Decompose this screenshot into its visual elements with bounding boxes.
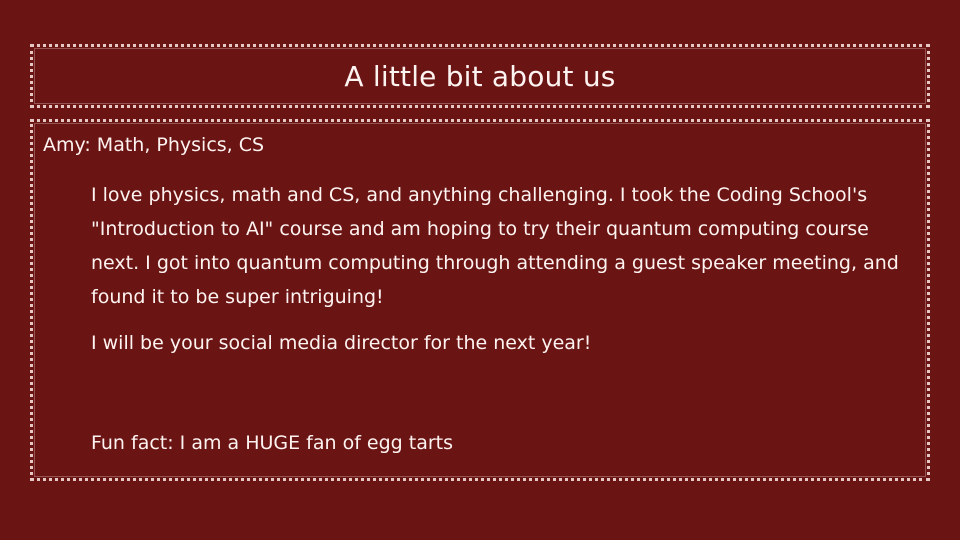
role-paragraph: I will be your social media director for… [91,332,592,354]
member-heading: Amy: Math, Physics, CS [43,134,265,156]
fun-fact-paragraph: Fun fact: I am a HUGE fan of egg tarts [91,432,454,454]
bio-paragraph: I love physics, math and CS, and anythin… [91,184,899,308]
title-frame: A little bit about us [30,44,930,108]
slide-title: A little bit about us [344,59,616,93]
content-frame: Amy: Math, Physics, CS I love physics, m… [30,119,930,481]
